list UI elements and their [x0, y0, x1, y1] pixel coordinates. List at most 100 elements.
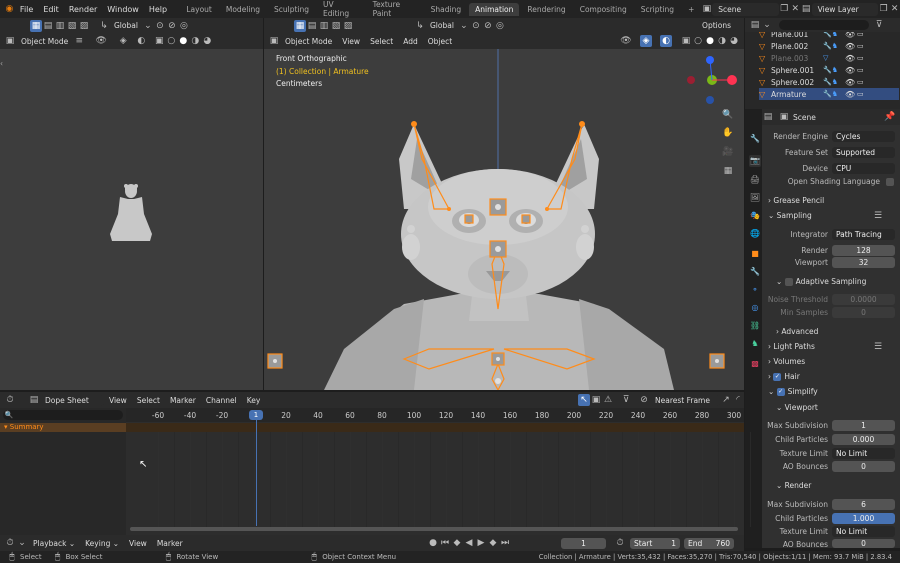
menu-select[interactable]: Select — [365, 37, 398, 46]
properties-editor-icon[interactable]: ▤ — [762, 111, 774, 123]
modifier-tab-icon[interactable]: 🔧 — [749, 266, 761, 278]
main-select-box-tool-icon[interactable]: ▦ — [294, 19, 306, 32]
object-tab-icon[interactable]: ■ — [749, 248, 761, 260]
editor-type-icon[interactable]: ▣ — [4, 35, 16, 47]
constraints-tab-icon[interactable]: ⛓ — [749, 320, 761, 332]
vp-max-subdiv-field[interactable]: 1 — [832, 420, 895, 431]
main-orientation-dropdown[interactable]: Global — [426, 21, 458, 30]
snap-icon[interactable]: ⊘ — [166, 20, 178, 32]
jump-prev-key-icon[interactable]: ◆ — [451, 537, 463, 549]
tab-scripting[interactable]: Scripting — [635, 3, 680, 16]
scene-tab-icon[interactable]: 🎭 — [749, 210, 761, 222]
play-icon[interactable]: ▶ — [475, 537, 487, 549]
light-paths-presets-icon[interactable]: ☰ — [872, 341, 884, 353]
advanced-section[interactable]: › Advanced — [776, 327, 818, 336]
modifier-icon[interactable]: 🔧♞ — [823, 90, 845, 98]
timeline-current-frame-field[interactable]: 1 — [561, 537, 606, 549]
outliner-display-mode-icon[interactable]: ⌄ — [761, 19, 773, 31]
hair-section[interactable]: › ✓ Hair — [768, 372, 800, 381]
filter-funnel-icon[interactable]: ⊽ — [620, 394, 632, 406]
menu-render[interactable]: Render — [64, 5, 102, 14]
main-visibility-icon[interactable]: 👁 — [620, 35, 632, 47]
tab-sculpting[interactable]: Sculpting — [268, 3, 315, 16]
proportional-falloff-icon[interactable]: ◜ — [732, 394, 744, 406]
main-rendered-shading-icon[interactable]: ◕ — [728, 35, 740, 47]
ortho-grid-icon[interactable]: ▦ — [722, 165, 734, 177]
outliner-search-input[interactable] — [779, 20, 869, 30]
mode-invert-icon[interactable]: ▧ — [66, 20, 78, 32]
simplify-section[interactable]: ⌄ ✓ Simplify — [768, 387, 818, 396]
only-errors-icon[interactable]: ⚠ — [602, 394, 614, 406]
menu-add[interactable]: Add — [398, 37, 423, 46]
device-dropdown[interactable]: CPU — [832, 163, 895, 174]
viewport-samples-field[interactable]: 32 — [832, 257, 895, 268]
show-hidden-icon[interactable]: ▣ — [590, 394, 602, 406]
particles-tab-icon[interactable]: ⚬ — [749, 284, 761, 296]
menu-help[interactable]: Help — [144, 5, 172, 14]
left-viewport[interactable]: ‹ — [0, 49, 263, 390]
jump-next-key-icon[interactable]: ◆ — [487, 537, 499, 549]
volumes-section[interactable]: › Volumes — [768, 357, 805, 366]
jump-end-icon[interactable]: ⏭ — [499, 537, 511, 549]
simplify-viewport-section[interactable]: ⌄ Viewport — [776, 403, 818, 412]
render-visibility-icon[interactable]: ▭ — [857, 32, 867, 38]
proportional-edit-icon[interactable]: ◎ — [178, 20, 190, 32]
snap-mode-icon[interactable]: ⊘ — [638, 394, 650, 406]
timeline-menu-playback[interactable]: Playback ⌄ — [28, 539, 80, 548]
r-max-subdiv-field[interactable]: 6 — [832, 499, 895, 510]
eye-visibility-icon[interactable]: 👁 — [845, 66, 857, 75]
remove-view-layer-icon[interactable]: ✕ — [889, 3, 900, 15]
feature-set-dropdown[interactable]: Supported — [832, 147, 895, 158]
orientation-dropdown[interactable]: Global — [110, 21, 142, 30]
data-tab-icon[interactable]: ♞ — [749, 338, 761, 350]
menu-edit[interactable]: Edit — [38, 5, 64, 14]
tab-uv-editing[interactable]: UV Editing — [317, 0, 365, 20]
left-collapse-arrow-icon[interactable]: ‹ — [0, 59, 3, 68]
render-visibility-icon[interactable]: ▭ — [857, 42, 867, 50]
main-xray-icon[interactable]: ▣ — [680, 35, 692, 47]
navigation-gizmo[interactable] — [687, 56, 737, 104]
adaptive-sampling-section[interactable]: ⌄ Adaptive Sampling — [776, 277, 866, 286]
main-proportional-edit-icon[interactable]: ◎ — [494, 20, 506, 32]
tab-modeling[interactable]: Modeling — [220, 3, 266, 16]
vp-child-particles-field[interactable]: 0.000 — [832, 434, 895, 445]
eye-visibility-icon[interactable]: 👁 — [845, 32, 857, 39]
physics-tab-icon[interactable]: ◎ — [749, 302, 761, 314]
dopesheet-editor-icon[interactable]: ⏱ — [4, 394, 16, 406]
modifier-icon[interactable]: 🔧♞ — [823, 78, 845, 86]
new-scene-icon[interactable]: ❐ — [779, 3, 790, 15]
main-mode-dropdown[interactable]: Object Mode — [280, 35, 338, 47]
outliner-item[interactable]: ▽ Plane.002 🔧♞ 👁 ▭ — [759, 40, 899, 52]
dopesheet-menu-select[interactable]: Select — [132, 396, 165, 405]
blender-logo-icon[interactable]: ◉ — [4, 3, 15, 15]
main-overlay-icon[interactable]: ◐ — [660, 35, 672, 47]
timeline-menu-marker[interactable]: Marker — [152, 539, 188, 548]
end-frame-field[interactable]: End 760 — [684, 537, 734, 549]
main-mode-invert-icon[interactable]: ▧ — [330, 20, 342, 32]
menu-view[interactable]: View — [337, 37, 365, 46]
render-visibility-icon[interactable]: ▭ — [857, 54, 867, 62]
main-mode-intersect-icon[interactable]: ▨ — [342, 20, 354, 32]
dopesheet-menu-marker[interactable]: Marker — [165, 396, 201, 405]
dopesheet-mode-dropdown[interactable]: Dope Sheet — [40, 394, 104, 406]
mode-subtract-icon[interactable]: ▥ — [54, 20, 66, 32]
timeline-editor-icon[interactable]: ⏱ — [4, 537, 16, 549]
camera-view-icon[interactable]: 🎥 — [722, 146, 734, 158]
modifier-icon[interactable]: ▽ — [823, 54, 845, 62]
wireframe-shading-icon[interactable]: ○ — [165, 35, 177, 47]
render-engine-dropdown[interactable]: Cycles — [832, 131, 895, 142]
view-layer-tab-icon[interactable]: 🖼 — [749, 192, 761, 204]
eye-visibility-icon[interactable]: 👁 — [845, 42, 857, 51]
jump-start-icon[interactable]: ⏮ — [439, 537, 451, 549]
min-samples-field[interactable]: 0 — [832, 307, 895, 318]
snap-dropdown[interactable]: Nearest Frame — [650, 394, 720, 406]
render-visibility-icon[interactable]: ▭ — [857, 90, 867, 98]
pan-hand-icon[interactable]: ✋ — [722, 127, 734, 139]
main-gizmo-icon[interactable]: ◈ — [640, 35, 652, 47]
main-snap-icon[interactable]: ⊘ — [482, 20, 494, 32]
main-pivot-icon[interactable]: ⊙ — [470, 20, 482, 32]
output-tab-icon[interactable]: 🖨 — [749, 174, 761, 186]
eye-visibility-icon[interactable]: 👁 — [845, 90, 857, 99]
main-editor-type-icon[interactable]: ▣ — [268, 35, 280, 47]
adaptive-sampling-checkbox[interactable] — [784, 278, 793, 286]
